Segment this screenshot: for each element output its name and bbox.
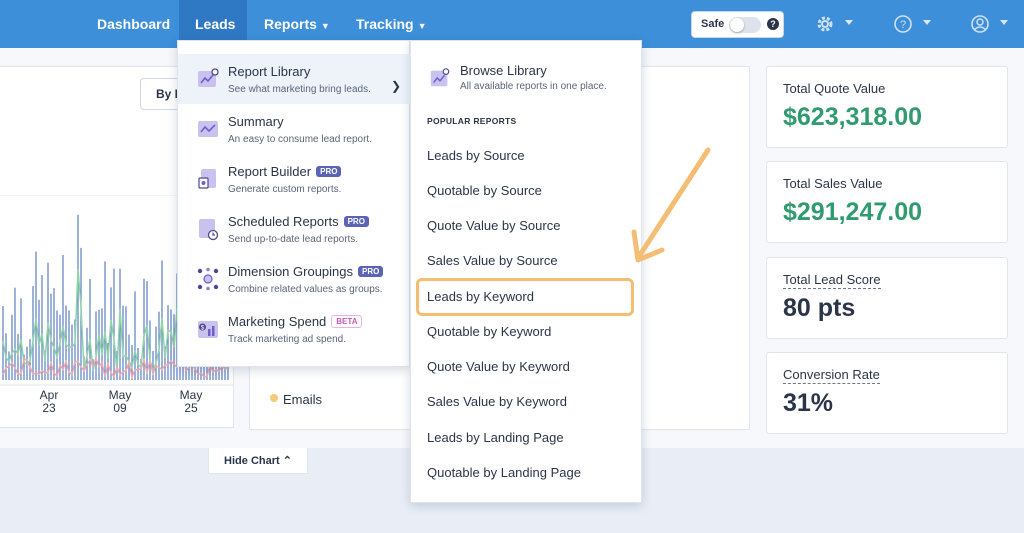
marketing-spend-icon: $	[198, 321, 218, 338]
switch-knob	[730, 18, 744, 32]
stat-value: 31%	[783, 389, 834, 417]
chevron-down-icon[interactable]	[1000, 20, 1008, 25]
report-link[interactable]: Sales Value by Source	[427, 253, 558, 268]
menu-item-description: Send up-to-date lead reports.	[228, 234, 359, 245]
hide-chart-button[interactable]: Hide Chart ⌃	[208, 448, 308, 474]
scheduled-reports-icon	[199, 219, 219, 241]
report-builder-icon	[198, 169, 216, 189]
menu-item-report-library[interactable]: Report Library See what marketing bring …	[178, 54, 411, 104]
nav-tracking-label: Tracking	[356, 16, 414, 32]
report-link[interactable]: Quotable by Keyword	[427, 324, 551, 339]
legend-dot	[270, 394, 278, 402]
x-tick-month: May	[108, 388, 132, 402]
report-link[interactable]: Leads by Source	[427, 148, 525, 163]
menu-item-title: Report Builder PRO	[228, 164, 342, 179]
annotation-arrow	[631, 147, 711, 263]
menu-item-summary[interactable]: Summary An easy to consume lead report.	[178, 104, 411, 154]
x-tick-label: May 25	[171, 389, 211, 415]
x-tick-day: 25	[184, 401, 198, 415]
report-link[interactable]: Sales Value by Keyword	[427, 394, 567, 409]
menu-item-scheduled-reports[interactable]: Scheduled Reports PRO Send up-to-date lea…	[178, 204, 411, 254]
beta-badge: BETA	[331, 315, 363, 328]
report-link[interactable]: Quotable by Source	[427, 183, 542, 198]
chevron-down-icon: ▼	[320, 21, 330, 31]
stat-label: Total Sales Value	[783, 176, 883, 191]
menu-item-dimension-groupings[interactable]: Dimension Groupings PRO Combine related v…	[178, 254, 411, 304]
conversion-rate-card: Conversion Rate 31%	[766, 352, 1008, 434]
report-link[interactable]: Quote Value by Keyword	[427, 359, 570, 374]
menu-item-title: Report Library	[228, 64, 311, 79]
chevron-down-icon[interactable]	[923, 20, 931, 25]
menu-item-description: Generate custom reports.	[228, 184, 342, 195]
pro-badge: PRO	[316, 166, 342, 177]
chevron-up-icon: ⌃	[282, 455, 292, 467]
total-lead-score-card: Total Lead Score 80 pts	[766, 257, 1008, 339]
total-quote-value-card: Total Quote Value $623,318.00	[766, 66, 1008, 148]
dimension-groupings-icon	[197, 267, 219, 291]
browse-library-description: All available reports in one place.	[460, 81, 607, 92]
total-sales-value-card: Total Sales Value $291,247.00	[766, 161, 1008, 243]
stat-label[interactable]: Conversion Rate	[783, 367, 880, 384]
x-tick-day: 09	[113, 401, 127, 415]
menu-item-title-text: Report Builder	[228, 164, 312, 179]
svg-text:?: ?	[900, 19, 906, 31]
menu-item-description: Combine related values as groups.	[228, 284, 383, 295]
menu-item-title-text: Scheduled Reports	[228, 214, 339, 229]
browse-library-icon	[430, 68, 450, 87]
highlight-outline	[416, 278, 634, 316]
menu-item-report-builder[interactable]: Report Builder PRO Generate custom report…	[178, 154, 411, 204]
menu-item-description: Track marketing ad spend.	[228, 334, 347, 345]
browse-library-link[interactable]: Browse Library	[460, 63, 547, 78]
report-library-submenu: Browse Library All available reports in …	[410, 40, 642, 503]
stat-label[interactable]: Total Lead Score	[783, 272, 881, 289]
help-icon[interactable]: ?	[767, 18, 779, 30]
gear-icon[interactable]	[815, 14, 835, 34]
x-tick-month: May	[179, 388, 203, 402]
chevron-right-icon: ❯	[391, 79, 402, 93]
safe-label: Safe	[701, 18, 725, 30]
menu-item-title-text: Marketing Spend	[228, 314, 327, 329]
menu-item-title: Marketing Spend BETA	[228, 314, 363, 329]
menu-item-title: Dimension Groupings PRO	[228, 264, 384, 279]
menu-item-title-text: Dimension Groupings	[228, 264, 354, 279]
user-icon[interactable]	[970, 14, 990, 34]
x-tick-label: Apr 23	[29, 389, 69, 415]
x-tick-day: 23	[42, 401, 56, 415]
menu-item-title: Summary	[228, 114, 284, 129]
menu-item-description: See what marketing bring leads.	[228, 84, 371, 95]
menu-item-marketing-spend[interactable]: $ Marketing Spend BETA Track marketing ad…	[178, 304, 411, 354]
menu-item-title: Scheduled Reports PRO	[228, 214, 369, 229]
chevron-down-icon: ▼	[417, 21, 427, 31]
stat-value: 80 pts	[783, 294, 856, 322]
help-icon[interactable]: ?	[893, 14, 913, 34]
report-link[interactable]: Leads by Landing Page	[427, 430, 564, 445]
report-link[interactable]: Quotable by Landing Page	[427, 465, 581, 480]
x-tick-label: May 09	[100, 389, 140, 415]
pro-badge: PRO	[343, 216, 369, 227]
pro-badge: PRO	[358, 266, 384, 277]
nav-dashboard[interactable]: Dashboard	[81, 0, 186, 48]
report-link[interactable]: Quote Value by Source	[427, 218, 560, 233]
legend-emails[interactable]: Emails	[283, 392, 322, 407]
menu-item-description: An easy to consume lead report.	[228, 134, 372, 145]
stat-label: Total Quote Value	[783, 81, 886, 96]
stat-value: $623,318.00	[783, 103, 923, 131]
summary-icon	[198, 121, 218, 137]
safe-switch[interactable]	[729, 17, 761, 33]
safe-mode-toggle[interactable]: Safe ?	[691, 11, 784, 38]
reports-dropdown-menu: Report Library See what marketing bring …	[177, 40, 411, 367]
chevron-down-icon[interactable]	[845, 20, 853, 25]
nav-reports-label: Reports	[264, 16, 317, 32]
popular-reports-heading: POPULAR REPORTS	[427, 116, 517, 126]
hide-chart-label: Hide Chart	[224, 455, 280, 467]
stat-value: $291,247.00	[783, 198, 923, 226]
report-library-icon	[198, 68, 219, 87]
x-tick-month: Apr	[39, 388, 59, 402]
